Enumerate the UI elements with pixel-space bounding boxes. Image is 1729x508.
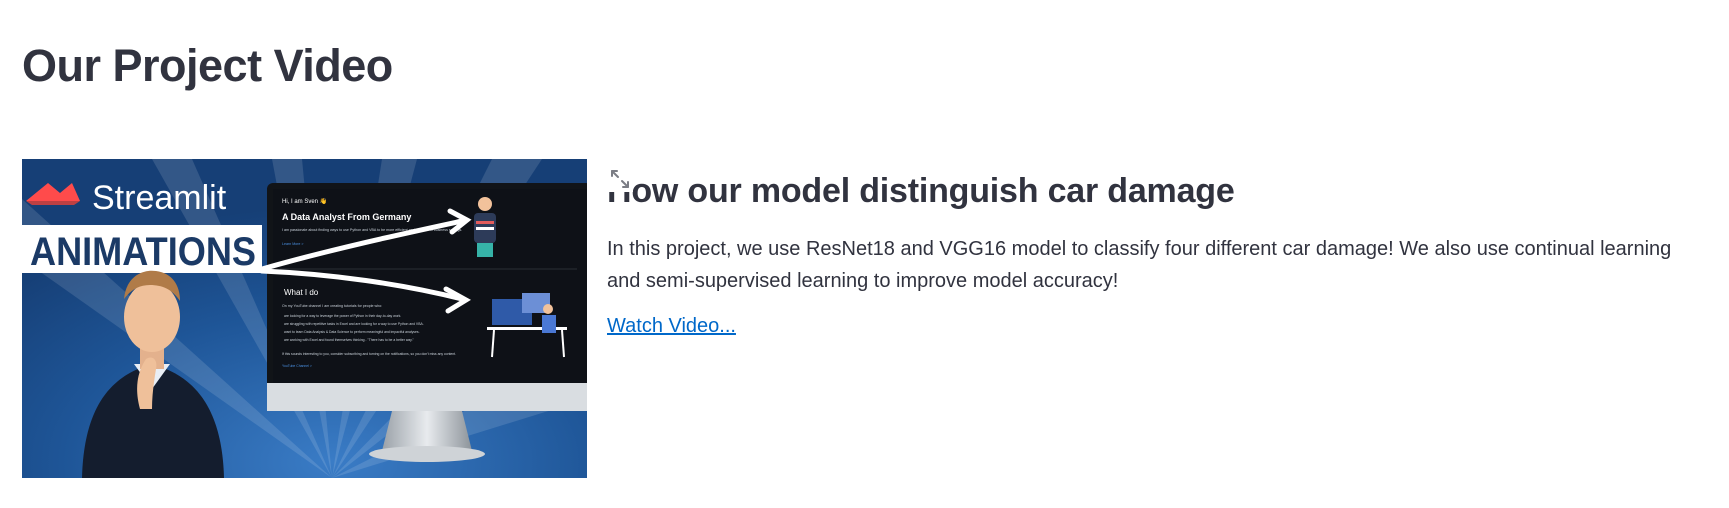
section-title: Our Project Video <box>22 40 393 91</box>
screen-bullet: are working with Excel and found themsel… <box>284 338 415 342</box>
screen-link-more: Learn More > <box>282 242 303 246</box>
screen-footer: If this sounds interesting to you, consi… <box>282 352 456 356</box>
screen-section-heading: What I do <box>284 288 319 297</box>
video-info: How our model distinguish car damage In … <box>607 160 1707 338</box>
screen-bullet: are struggling with repetitive tasks in … <box>284 322 424 326</box>
video-title: How our model distinguish car damage <box>607 172 1235 210</box>
video-thumbnail[interactable]: Hi, I am Sven 👋 A Data Analyst From Germ… <box>22 159 587 478</box>
brand-text: Streamlit <box>92 179 227 217</box>
screen-section-intro: On my YouTube channel I am creating tuto… <box>282 304 382 308</box>
expand-arrows-icon[interactable] <box>607 166 633 192</box>
screen-bullet: are looking for a way to leverage the po… <box>284 314 401 318</box>
page: Our Project Video Hi, I am Sven 👋 A Data… <box>0 0 1729 508</box>
banner-text: ANIMATIONS <box>30 230 256 274</box>
screen-greeting: Hi, I am Sven 👋 <box>282 197 327 205</box>
thumbnail-artwork: Hi, I am Sven 👋 A Data Analyst From Germ… <box>22 159 587 478</box>
watch-video-link[interactable]: Watch Video... <box>607 315 736 338</box>
screen-channel-link: YouTube Channel > <box>282 364 312 368</box>
screen-bullet: want to learn Data Analysis & Data Scien… <box>284 330 420 334</box>
screen-headline: A Data Analyst From Germany <box>282 212 411 222</box>
video-description: In this project, we use ResNet18 and VGG… <box>607 238 1672 292</box>
